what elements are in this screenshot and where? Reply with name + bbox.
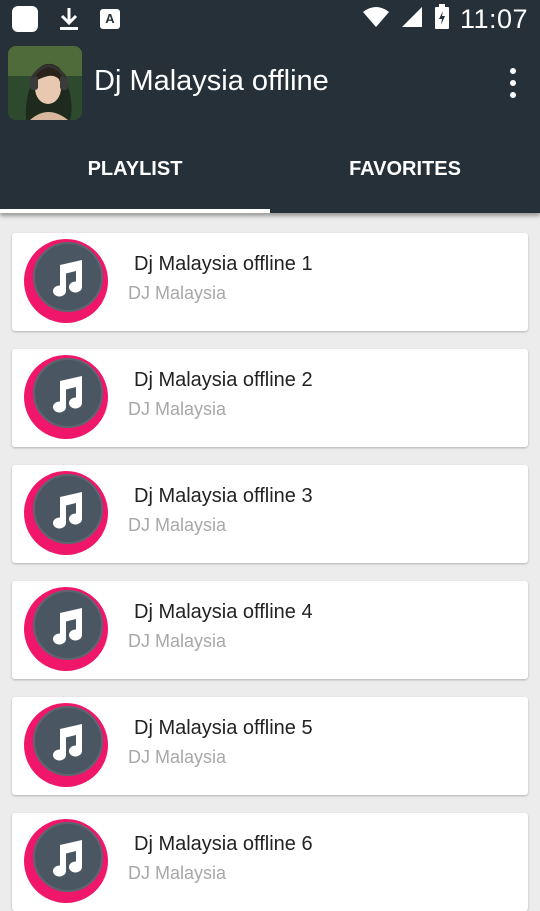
song-title: Dj Malaysia offline 3 <box>134 485 313 507</box>
playlist-item[interactable]: Dj Malaysia offline 4 DJ Malaysia <box>12 581 528 679</box>
song-artist: DJ Malaysia <box>128 863 227 883</box>
battery-icon <box>434 4 450 35</box>
clock: 11:07 <box>459 4 528 34</box>
tab-playlist-label: PLAYLIST <box>87 158 183 180</box>
music-note-icon <box>24 819 108 903</box>
tab-playlist[interactable]: PLAYLIST <box>0 125 270 213</box>
playlist-item[interactable]: Dj Malaysia offline 3 DJ Malaysia <box>12 465 528 563</box>
song-title: Dj Malaysia offline 4 <box>134 601 313 623</box>
song-title: Dj Malaysia offline 6 <box>134 833 313 855</box>
music-note-icon <box>24 239 108 323</box>
signal-icon <box>400 5 424 34</box>
song-artist: DJ Malaysia <box>128 515 227 535</box>
overflow-menu-icon[interactable] <box>508 68 518 98</box>
music-note-icon <box>24 471 108 555</box>
playlist-item[interactable]: Dj Malaysia offline 2 DJ Malaysia <box>12 349 528 447</box>
song-title: Dj Malaysia offline 5 <box>134 717 313 739</box>
music-note-icon <box>24 703 108 787</box>
song-artist: DJ Malaysia <box>128 283 227 303</box>
playlist-item[interactable]: Dj Malaysia offline 5 DJ Malaysia <box>12 697 528 795</box>
app-a-icon: A <box>100 9 120 29</box>
song-artist: DJ Malaysia <box>128 631 227 651</box>
playlist-list[interactable]: Dj Malaysia offline 1 DJ Malaysia Dj Mal… <box>0 213 540 911</box>
playlist-item[interactable]: Dj Malaysia offline 6 DJ Malaysia <box>12 813 528 911</box>
tab-favorites-label: FAVORITES <box>349 158 461 180</box>
app-logo <box>8 46 82 120</box>
download-icon <box>56 6 82 32</box>
music-note-icon <box>24 355 108 439</box>
status-bar: A 11:07 <box>0 0 540 40</box>
notification-square-icon <box>12 6 38 32</box>
tab-favorites[interactable]: FAVORITES <box>270 125 540 213</box>
song-artist: DJ Malaysia <box>128 399 227 419</box>
app-title: Dj Malaysia offline <box>94 65 329 97</box>
playlist-item[interactable]: Dj Malaysia offline 1 DJ Malaysia <box>12 233 528 331</box>
song-title: Dj Malaysia offline 2 <box>134 369 313 391</box>
song-title: Dj Malaysia offline 1 <box>134 253 313 275</box>
wifi-icon <box>362 5 390 34</box>
tab-selected-indicator <box>0 209 270 213</box>
tab-bar: PLAYLIST FAVORITES <box>0 125 540 213</box>
music-note-icon <box>24 587 108 671</box>
song-artist: DJ Malaysia <box>128 747 227 767</box>
